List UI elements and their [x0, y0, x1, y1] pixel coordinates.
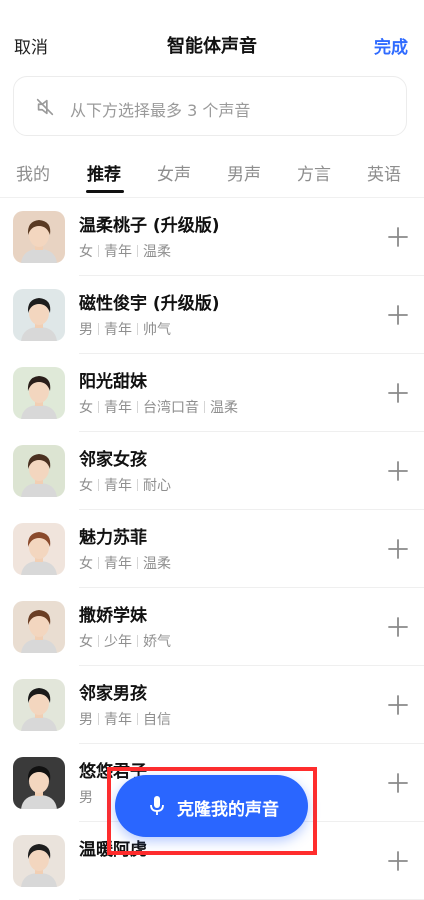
voice-list-item[interactable]: 温柔桃子 (升级版) 女青年 温柔: [0, 198, 424, 276]
add-voice-plus-icon[interactable]: [386, 771, 410, 795]
add-voice-plus-icon[interactable]: [386, 225, 410, 249]
tab-female[interactable]: 女声: [157, 160, 191, 185]
selected-voices-box: 从下方选择最多 3 个声音: [13, 76, 407, 136]
tag-separator: [98, 479, 99, 491]
voice-tag: 女: [79, 634, 93, 650]
microphone-icon: [150, 796, 164, 815]
voice-avatar: [13, 601, 65, 653]
tag-separator: [98, 323, 99, 335]
tag-separator: [137, 323, 138, 335]
voice-tag: 男: [79, 322, 93, 338]
voice-tags: 女少年 娇气: [79, 631, 171, 651]
voice-avatar: [13, 835, 65, 887]
voice-tag: 耐心: [143, 478, 171, 494]
tag-separator: [204, 401, 205, 413]
add-voice-plus-icon[interactable]: [386, 537, 410, 561]
voice-tag: 青年: [104, 556, 132, 572]
voice-name: 邻家男孩: [79, 684, 147, 704]
tab-bar: 我的 推荐 女声 男声 方言 英语: [0, 160, 424, 196]
voice-list-item[interactable]: 磁性俊宇 (升级版) 男青年 帅气: [0, 276, 424, 354]
voice-avatar: [13, 367, 65, 419]
voice-tag: 青年: [104, 322, 132, 338]
voice-avatar: [13, 523, 65, 575]
voice-list-item[interactable]: 邻家女孩女青年 耐心: [0, 432, 424, 510]
voice-tags: 男青年 帅气: [79, 319, 171, 339]
voice-tag: 青年: [104, 244, 132, 260]
voice-name: 温柔桃子 (升级版): [79, 216, 220, 236]
tag-separator: [137, 479, 138, 491]
voice-tag: 温柔: [143, 244, 171, 260]
tag-separator: [137, 245, 138, 257]
top-bar: 取消 智能体声音 完成: [0, 0, 424, 88]
voice-tags: 女青年 耐心: [79, 475, 171, 495]
add-voice-plus-icon[interactable]: [386, 615, 410, 639]
voice-avatar: [13, 289, 65, 341]
done-button[interactable]: 完成: [374, 33, 408, 58]
voice-avatar: [13, 211, 65, 263]
add-voice-plus-icon[interactable]: [386, 849, 410, 873]
tab-recommended[interactable]: 推荐: [87, 160, 121, 185]
voice-tag: 女: [79, 556, 93, 572]
voice-tags: 女青年 温柔: [79, 553, 171, 573]
voice-tags: 女青年 台湾口音 温柔: [79, 397, 238, 417]
voice-tag: 青年: [104, 478, 132, 494]
tag-separator: [98, 635, 99, 647]
tag-separator: [137, 401, 138, 413]
tag-separator: [98, 245, 99, 257]
voice-list-item[interactable]: 阳光甜妹女青年 台湾口音 温柔: [0, 354, 424, 432]
voice-name: 磁性俊宇 (升级版): [79, 294, 220, 314]
voice-avatar: [13, 757, 65, 809]
voice-list-item[interactable]: 邻家男孩男青年 自信: [0, 666, 424, 744]
tag-separator: [98, 557, 99, 569]
voice-list-item[interactable]: 魅力苏菲女青年 温柔: [0, 510, 424, 588]
selection-hint: 从下方选择最多 3 个声音: [70, 101, 251, 120]
tab-male[interactable]: 男声: [227, 160, 261, 185]
voice-tag: 自信: [143, 712, 171, 728]
voice-list-item[interactable]: 撒娇学妹女少年 娇气: [0, 588, 424, 666]
active-tab-indicator: [86, 190, 124, 193]
tab-mine[interactable]: 我的: [16, 160, 50, 185]
mute-icon: [36, 98, 54, 116]
voice-tag: 女: [79, 478, 93, 494]
voice-tag: 台湾口音: [143, 400, 199, 416]
tag-separator: [98, 401, 99, 413]
voice-tag: 温柔: [210, 400, 238, 416]
add-voice-plus-icon[interactable]: [386, 693, 410, 717]
voice-tags: 男: [79, 787, 93, 807]
voice-tags: 男青年 自信: [79, 709, 171, 729]
voice-tag: 女: [79, 244, 93, 260]
voice-tag: 少年: [104, 634, 132, 650]
voice-name: 邻家女孩: [79, 450, 147, 470]
voice-name: 阳光甜妹: [79, 372, 147, 392]
voice-name: 魅力苏菲: [79, 528, 147, 548]
voice-name: 撒娇学妹: [79, 606, 147, 626]
clone-my-voice-button[interactable]: 克隆我的声音: [115, 775, 308, 837]
voice-tag: 青年: [104, 400, 132, 416]
tab-dialect[interactable]: 方言: [297, 160, 331, 185]
voice-tag: 青年: [104, 712, 132, 728]
add-voice-plus-icon[interactable]: [386, 303, 410, 327]
clone-button-label: 克隆我的声音: [177, 800, 279, 820]
voice-tag: 男: [79, 712, 93, 728]
tag-separator: [98, 713, 99, 725]
tab-english[interactable]: 英语: [367, 160, 401, 185]
voice-tag: 温柔: [143, 556, 171, 572]
voice-tag: 娇气: [143, 634, 171, 650]
voice-avatar: [13, 445, 65, 497]
voice-tag: 男: [79, 790, 93, 806]
tag-separator: [137, 713, 138, 725]
voice-tag: 女: [79, 400, 93, 416]
tag-separator: [137, 557, 138, 569]
voice-avatar: [13, 679, 65, 731]
add-voice-plus-icon[interactable]: [386, 459, 410, 483]
page-title: 智能体声音: [167, 36, 257, 57]
voice-tags: 女青年 温柔: [79, 241, 171, 261]
tag-separator: [137, 635, 138, 647]
voice-tag: 帅气: [143, 322, 171, 338]
add-voice-plus-icon[interactable]: [386, 381, 410, 405]
